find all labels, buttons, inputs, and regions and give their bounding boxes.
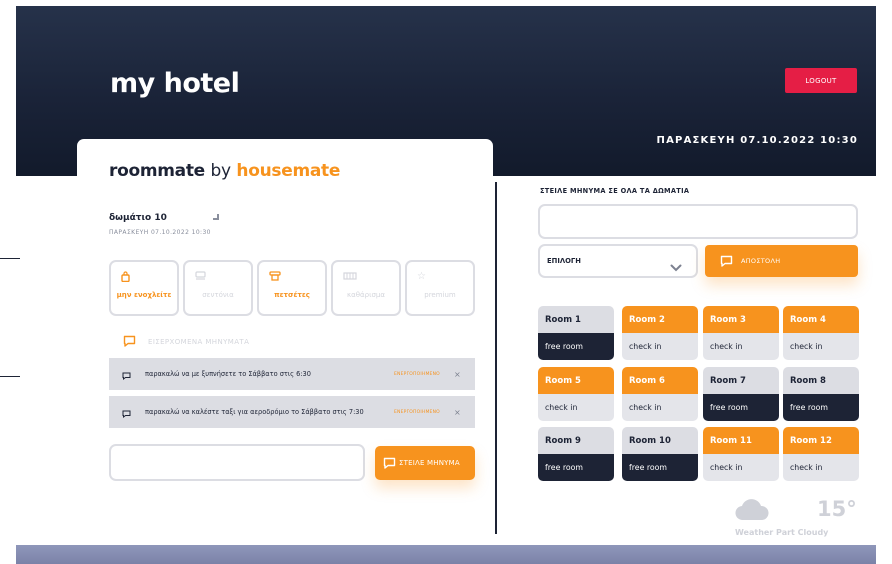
broadcast-send-button[interactable]: ΑΠΟΣΤΟΛΗ — [705, 245, 858, 277]
close-icon[interactable]: × — [454, 408, 461, 417]
broadcast-send-label: ΑΠΟΣΤΟΛΗ — [741, 257, 781, 265]
room-name: Room 6 — [622, 367, 698, 394]
inbox-label: ΕΙΣΕΡΧΟΜΕΝΑ ΜΗΝΥΜΑΤΑ — [148, 337, 250, 346]
service-label: πετσέτες — [274, 291, 310, 299]
service-premium[interactable]: ☆ premium — [405, 260, 475, 316]
room-card[interactable]: Room 4 check in — [783, 306, 859, 360]
chat-icon — [123, 332, 136, 351]
message-text: παρακαλώ να καλέστε ταξι για αεροδρόμιο … — [145, 408, 364, 416]
room-card[interactable]: Room 11 check in — [703, 427, 779, 481]
chat-icon — [122, 403, 131, 422]
room-status: free room — [783, 394, 859, 421]
logo-by: by — [210, 161, 232, 181]
panel-divider — [495, 182, 497, 534]
towel-icon — [269, 271, 281, 284]
room-card[interactable]: Room 3 check in — [703, 306, 779, 360]
room-card[interactable]: Room 2 check in — [622, 306, 698, 360]
message-status: ΕΝΕΡΓΟΠΟΙΗΜΕΝΟ — [394, 371, 440, 377]
logo-housemate: housemate — [236, 161, 341, 181]
inbox-header: ΕΙΣΕΡΧΟΜΕΝΑ ΜΗΝΥΜΑΤΑ — [123, 332, 249, 351]
room-name: Room 9 — [538, 427, 614, 454]
room-status: check in — [538, 394, 614, 421]
room-card[interactable]: Room 10 free room — [622, 427, 698, 481]
service-label: καθάρισμα — [347, 291, 385, 299]
message-input[interactable] — [109, 444, 365, 481]
room-card[interactable]: Room 6 check in — [622, 367, 698, 421]
logo-roommate: roommate — [109, 161, 205, 181]
corner-icon — [213, 214, 219, 220]
room-name: Room 2 — [622, 306, 698, 333]
service-label: σεντόνια — [202, 291, 234, 299]
message-row: παρακαλώ να καλέστε ταξι για αεροδρόμιο … — [109, 396, 475, 428]
broadcast-title: ΣΤΕΙΛΕ ΜΗΝΥΜΑ ΣΕ ΟΛΑ ΤΑ ΔΩΜΑΤΙΑ — [540, 187, 690, 195]
footer-bar — [16, 545, 876, 564]
service-sheets[interactable]: σεντόνια — [183, 260, 253, 316]
service-label: μην ενοχλείτε — [116, 291, 172, 299]
chat-icon — [122, 365, 131, 384]
service-buttons: μην ενοχλείτε σεντόνια πετσέτες καθάρισμ… — [109, 260, 475, 316]
guest-panel: roommate by housemate δωμάτιο 10 ΠΑΡΑΣΚΕ… — [77, 139, 493, 539]
logout-button[interactable]: LOGOUT — [785, 68, 857, 93]
room-title: δωμάτιο 10 — [109, 213, 167, 223]
room-status: check in — [783, 454, 859, 481]
room-card[interactable]: Room 12 check in — [783, 427, 859, 481]
room-status: check in — [783, 333, 859, 360]
app-logo: roommate by housemate — [109, 161, 340, 181]
bag-icon — [121, 271, 130, 285]
send-message-button[interactable]: ΣΤΕΙΛΕ ΜΗΝΥΜΑ — [375, 446, 475, 480]
service-towels[interactable]: πετσέτες — [257, 260, 327, 316]
chat-icon — [720, 252, 733, 271]
room-name: Room 11 — [703, 427, 779, 454]
header-datetime: ΠΑΡΑΣΚΕΥΗ 07.10.2022 10:30 — [656, 135, 858, 146]
side-line-top — [0, 258, 20, 259]
close-icon[interactable]: × — [454, 370, 461, 379]
room-status: free room — [538, 454, 614, 481]
chevron-down-icon — [670, 257, 682, 276]
service-label: premium — [424, 291, 456, 299]
bed-icon — [195, 271, 206, 283]
room-status: check in — [622, 333, 698, 360]
room-card[interactable]: Room 9 free room — [538, 427, 614, 481]
chat-icon — [383, 454, 396, 473]
broadcast-input[interactable] — [538, 204, 858, 239]
cleaning-icon — [343, 271, 357, 283]
app-page: my hotel LOGOUT ΠΑΡΑΣΚΕΥΗ 07.10.2022 10:… — [0, 0, 892, 564]
room-name: Room 12 — [783, 427, 859, 454]
star-icon: ☆ — [417, 271, 426, 282]
room-status: check in — [703, 333, 779, 360]
side-line-bottom — [0, 376, 20, 377]
room-card[interactable]: Room 1 free room — [538, 306, 614, 360]
room-select[interactable]: ΕΠΙΛΟΓΗ — [538, 244, 698, 278]
room-status: check in — [703, 454, 779, 481]
room-status: free room — [538, 333, 614, 360]
room-select-label: ΕΠΙΛΟΓΗ — [547, 257, 581, 265]
message-text: παρακαλώ να με ξυπνήσετε το Σάββατο στις… — [145, 370, 311, 378]
room-name: Room 7 — [703, 367, 779, 394]
message-status: ΕΝΕΡΓΟΠΟΙΗΜΕΝΟ — [394, 409, 440, 415]
cloud-icon — [734, 498, 770, 526]
room-name: Room 8 — [783, 367, 859, 394]
room-card[interactable]: Room 7 free room — [703, 367, 779, 421]
room-name: Room 1 — [538, 306, 614, 333]
room-date: ΠΑΡΑΣΚΕΥΗ 07.10.2022 10:30 — [109, 229, 211, 236]
room-name: Room 5 — [538, 367, 614, 394]
room-name: Room 10 — [622, 427, 698, 454]
room-status: check in — [622, 394, 698, 421]
message-row: παρακαλώ να με ξυπνήσετε το Σάββατο στις… — [109, 358, 475, 390]
hotel-title: my hotel — [110, 68, 240, 99]
room-card[interactable]: Room 5 check in — [538, 367, 614, 421]
weather-condition: Weather Part Cloudy — [735, 528, 829, 537]
service-do-not-disturb[interactable]: μην ενοχλείτε — [109, 260, 179, 316]
weather-temperature: 15° — [817, 497, 857, 521]
room-status: free room — [622, 454, 698, 481]
room-status: free room — [703, 394, 779, 421]
room-name: Room 3 — [703, 306, 779, 333]
send-message-label: ΣΤΕΙΛΕ ΜΗΝΥΜΑ — [399, 459, 460, 467]
room-card[interactable]: Room 8 free room — [783, 367, 859, 421]
room-name: Room 4 — [783, 306, 859, 333]
service-cleaning[interactable]: καθάρισμα — [331, 260, 401, 316]
